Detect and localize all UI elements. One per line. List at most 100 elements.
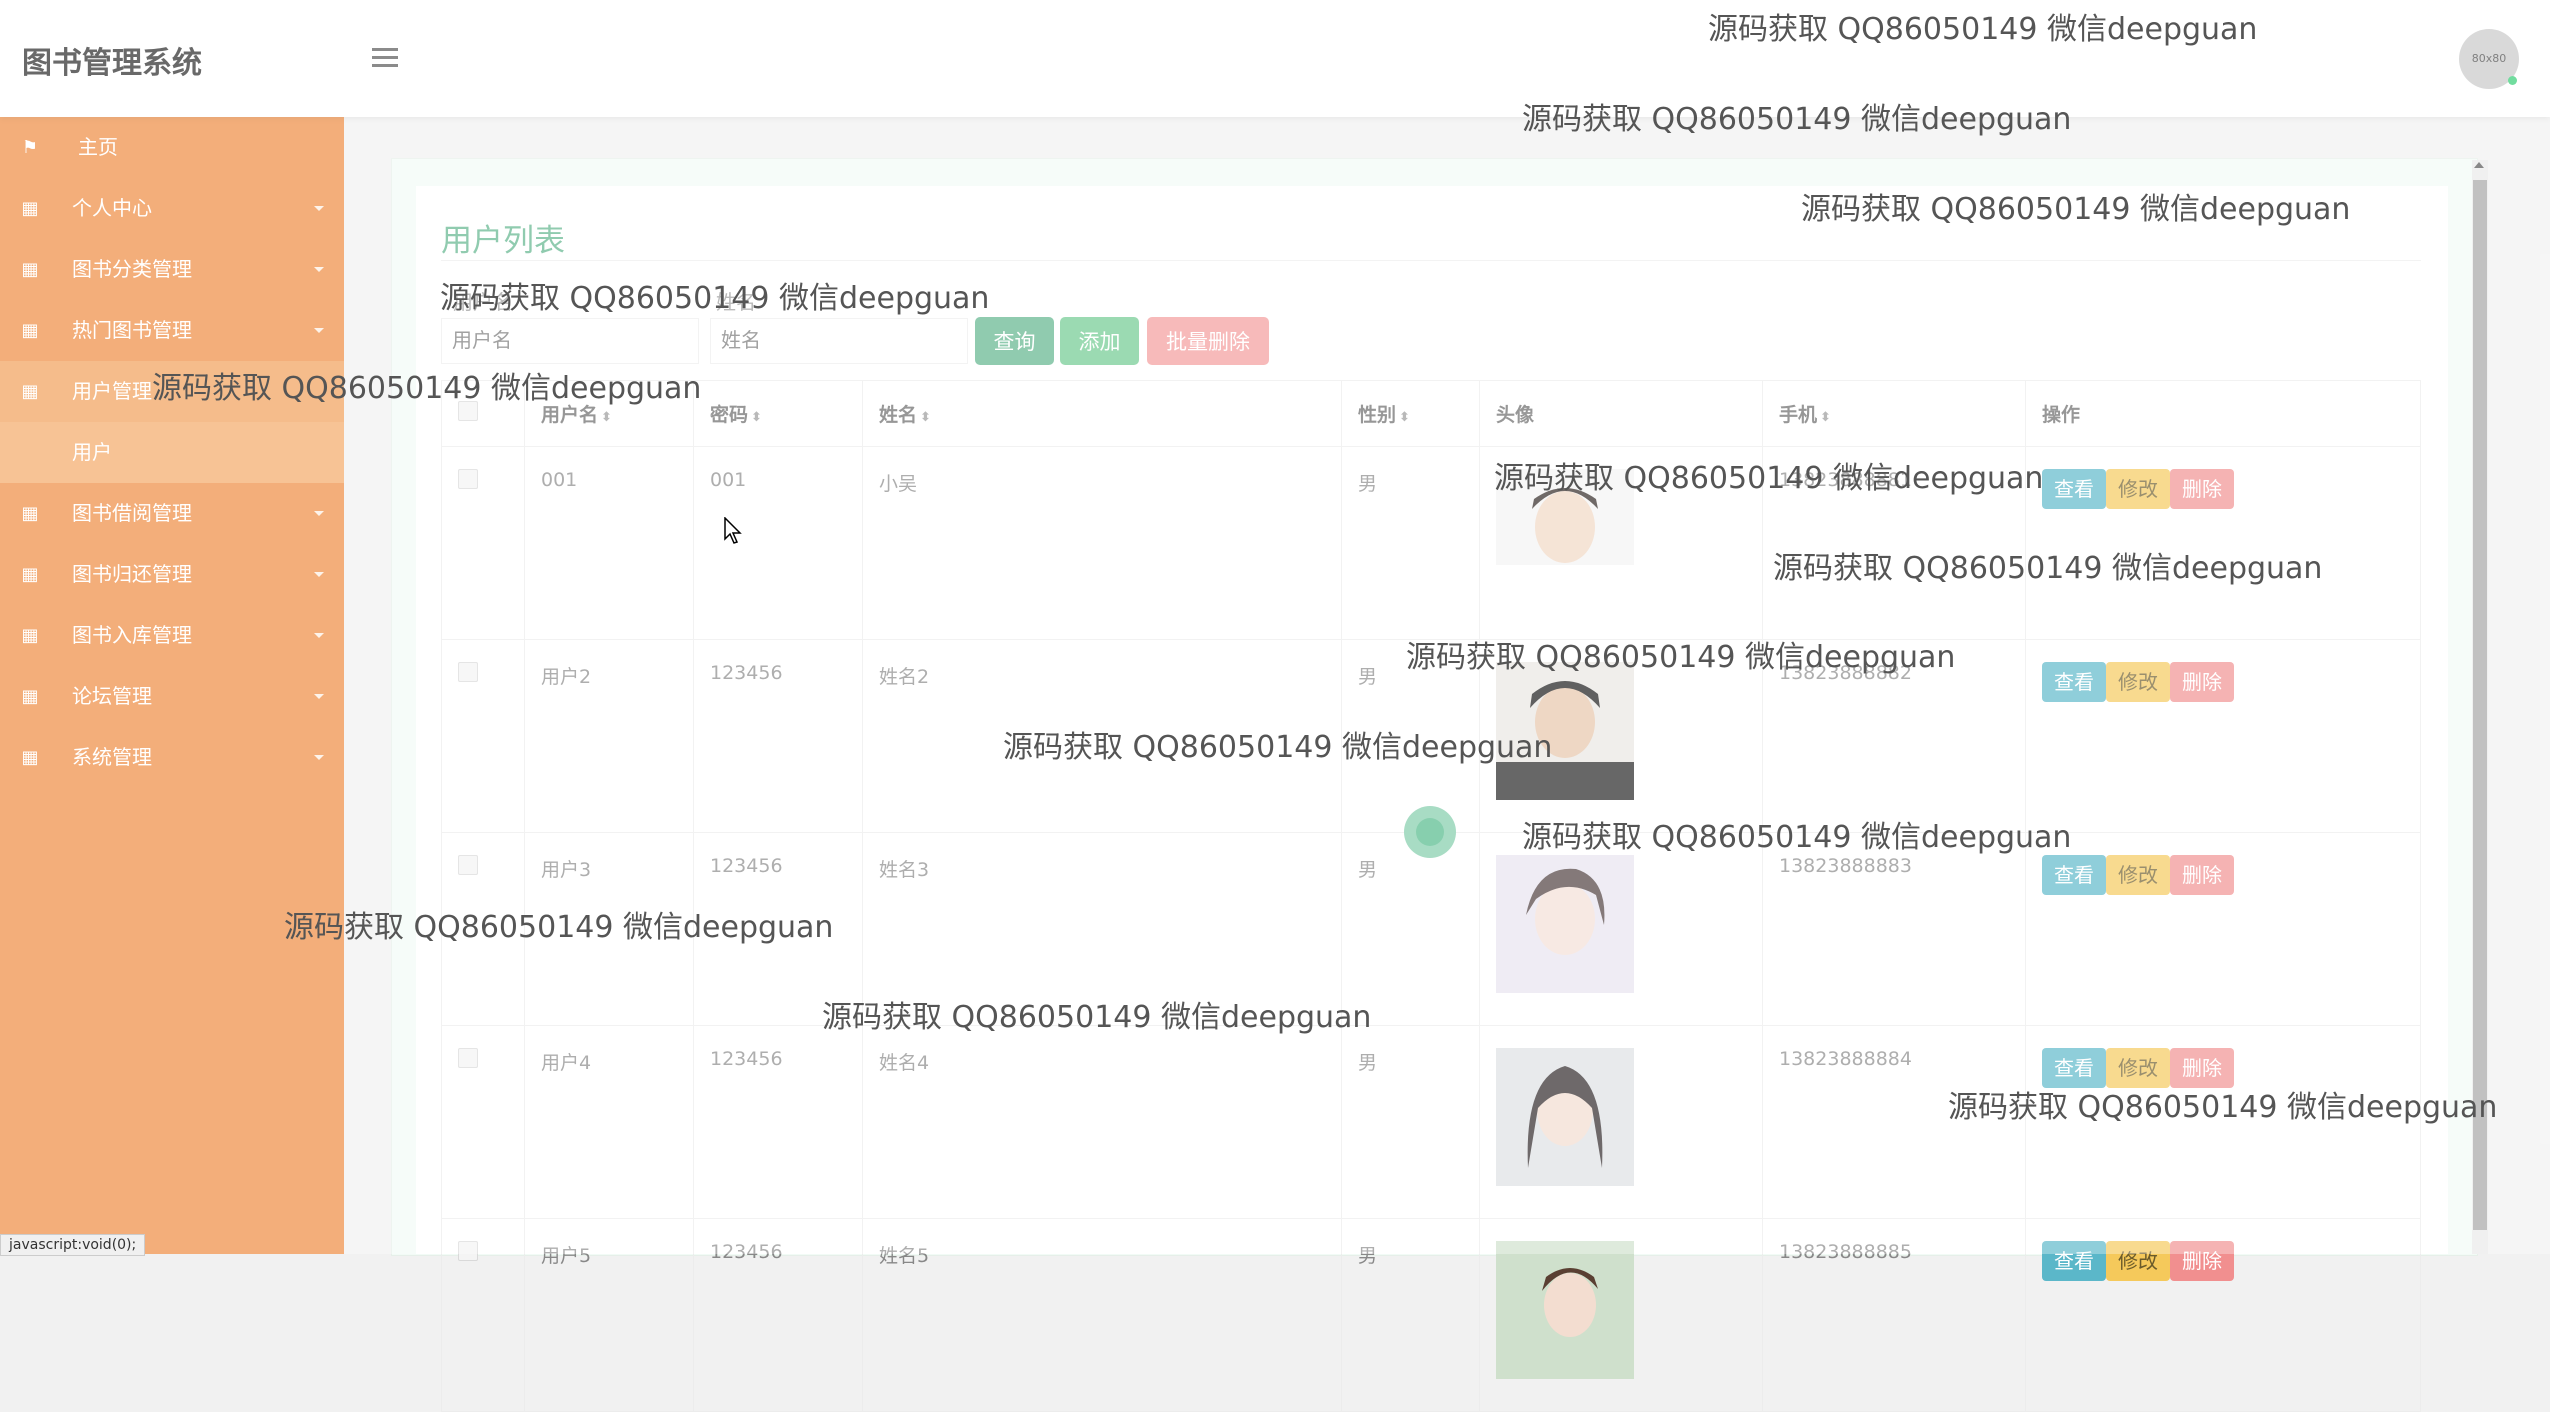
password-cell: 123456 — [693, 1218, 863, 1412]
row-select-cell — [441, 639, 525, 833]
delete-button[interactable]: 删除 — [2170, 855, 2234, 895]
actions-cell: 查看 修改 删除 — [2025, 832, 2421, 1026]
sidebar-item-borrow[interactable]: ▦ 图书借阅管理 — [0, 483, 344, 544]
username-cell: 用户4 — [524, 1025, 694, 1219]
column-header-name[interactable]: 姓名 ⬍ — [862, 380, 1342, 447]
batch-delete-button[interactable]: 批量删除 — [1147, 317, 1269, 365]
actions-cell: 查看 修改 删除 — [2025, 1218, 2421, 1412]
grid-icon: ▦ — [21, 564, 39, 585]
sidebar-item-label: 系统管理 — [72, 745, 152, 769]
grid-icon: ▦ — [21, 381, 39, 402]
username-cell: 用户2 — [524, 639, 694, 833]
caret-down-icon — [314, 206, 324, 211]
caret-down-icon — [314, 694, 324, 699]
online-status-dot — [2508, 76, 2517, 85]
gender-cell: 男 — [1341, 446, 1480, 640]
phone-cell: 13823888882 — [1762, 639, 2026, 833]
view-button[interactable]: 查看 — [2042, 469, 2106, 509]
column-header-phone[interactable]: 手机 ⬍ — [1762, 380, 2026, 447]
row-checkbox[interactable] — [458, 1048, 478, 1068]
caret-down-icon — [314, 267, 324, 272]
mouse-cursor-icon — [724, 517, 742, 544]
name-search-input[interactable] — [710, 318, 968, 364]
column-header-label: 操作 — [2042, 404, 2081, 426]
edit-button[interactable]: 修改 — [2106, 855, 2170, 895]
grid-icon: ▦ — [21, 625, 39, 646]
sidebar-item-forum[interactable]: ▦ 论坛管理 — [0, 666, 344, 727]
user-portrait-image — [1496, 469, 1634, 607]
scroll-up-arrow-icon[interactable] — [2474, 162, 2484, 168]
gender-cell: 男 — [1341, 1218, 1480, 1412]
username-cell: 用户5 — [524, 1218, 694, 1412]
sidebar-item-return[interactable]: ▦ 图书归还管理 — [0, 544, 344, 605]
view-button[interactable]: 查看 — [2042, 855, 2106, 895]
sort-icon: ⬍ — [751, 410, 762, 425]
sidebar-item-user-management[interactable]: ▦ 用户管理 — [0, 361, 344, 422]
row-select-cell — [441, 1025, 525, 1219]
name-cell: 姓名3 — [862, 832, 1342, 1026]
delete-button[interactable]: 删除 — [2170, 662, 2234, 702]
grid-icon: ▦ — [21, 259, 39, 280]
user-avatar[interactable]: 80x80 — [2459, 29, 2519, 89]
scrollbar-thumb[interactable] — [2473, 180, 2487, 1230]
sidebar-item-book-category[interactable]: ▦ 图书分类管理 — [0, 239, 344, 300]
phone-cell: 13823888883 — [1762, 832, 2026, 1026]
view-button[interactable]: 查看 — [2042, 1048, 2106, 1088]
actions-cell: 查看 修改 删除 — [2025, 639, 2421, 833]
caret-down-icon — [314, 633, 324, 638]
column-header-label: 密码 — [710, 404, 749, 426]
row-checkbox[interactable] — [458, 469, 478, 489]
title-divider — [441, 260, 2421, 261]
row-checkbox[interactable] — [458, 662, 478, 682]
row-checkbox[interactable] — [458, 1241, 478, 1261]
menu-toggle-icon[interactable] — [372, 48, 398, 68]
view-button[interactable]: 查看 — [2042, 1241, 2106, 1281]
edit-button[interactable]: 修改 — [2106, 469, 2170, 509]
column-header-label: 性别 — [1358, 404, 1397, 426]
edit-button[interactable]: 修改 — [2106, 662, 2170, 702]
delete-button[interactable]: 删除 — [2170, 469, 2234, 509]
sidebar-subitem-users[interactable]: 用户 — [0, 422, 344, 483]
click-ripple — [1404, 806, 1456, 858]
actions-cell: 查看 修改 删除 — [2025, 446, 2421, 640]
select-all-checkbox[interactable] — [458, 401, 478, 421]
column-header-username[interactable]: 用户名 ⬍ — [524, 380, 694, 447]
column-header-password[interactable]: 密码 ⬍ — [693, 380, 863, 447]
add-button[interactable]: 添加 — [1060, 317, 1139, 365]
sidebar-item-home[interactable]: ⚑ 主页 — [0, 117, 344, 178]
sidebar-item-label: 用户管理 — [72, 379, 152, 403]
sidebar-item-stock-in[interactable]: ▦ 图书入库管理 — [0, 605, 344, 666]
grid-icon: ▦ — [21, 686, 39, 707]
sidebar-item-hot-books[interactable]: ▦ 热门图书管理 — [0, 300, 344, 361]
phone-cell: 13823888881 — [1762, 446, 2026, 640]
delete-button[interactable]: 删除 — [2170, 1048, 2234, 1088]
sidebar-item-personal-center[interactable]: ▦ 个人中心 — [0, 178, 344, 239]
sort-icon: ⬍ — [1399, 410, 1410, 425]
column-header-avatar: 头像 — [1479, 380, 1763, 447]
table-row: 用户5 123456 姓名5 男 13823888885 查看 修改 删除 — [441, 1218, 2421, 1412]
row-select-cell — [441, 446, 525, 640]
caret-down-icon — [314, 328, 324, 333]
edit-button[interactable]: 修改 — [2106, 1241, 2170, 1281]
sidebar-item-system[interactable]: ▦ 系统管理 — [0, 727, 344, 788]
name-cell: 姓名2 — [862, 639, 1342, 833]
sort-icon: ⬍ — [1820, 410, 1831, 425]
password-cell: 123456 — [693, 832, 863, 1026]
delete-button[interactable]: 删除 — [2170, 1241, 2234, 1281]
gender-cell: 男 — [1341, 1025, 1480, 1219]
sidebar: ⚑ 主页 ▦ 个人中心 ▦ 图书分类管理 ▦ 热门图书管理 ▦ 用户管理 用户 … — [0, 117, 344, 1254]
username-cell: 001 — [524, 446, 694, 640]
query-button[interactable]: 查询 — [975, 317, 1054, 365]
user-portrait-image — [1496, 1241, 1634, 1379]
row-checkbox[interactable] — [458, 855, 478, 875]
edit-button[interactable]: 修改 — [2106, 1048, 2170, 1088]
flag-icon: ⚑ — [21, 137, 39, 158]
user-portrait-image — [1496, 662, 1634, 800]
sidebar-item-label: 图书入库管理 — [72, 623, 192, 647]
view-button[interactable]: 查看 — [2042, 662, 2106, 702]
user-portrait-image — [1496, 1048, 1634, 1186]
column-header-gender[interactable]: 性别 ⬍ — [1341, 380, 1480, 447]
username-search-input[interactable] — [441, 318, 699, 364]
caret-down-icon — [314, 511, 324, 516]
username-cell: 用户3 — [524, 832, 694, 1026]
